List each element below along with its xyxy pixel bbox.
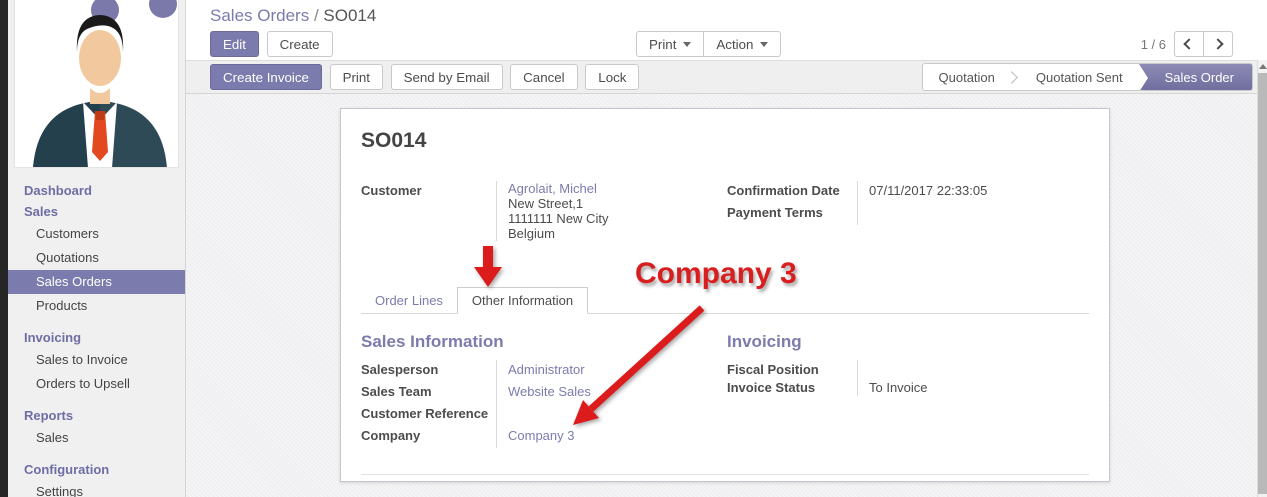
customer-reference-value	[508, 404, 713, 426]
status-quotation[interactable]: Quotation	[923, 64, 1011, 91]
sales-team-label: Sales Team	[361, 382, 496, 404]
vertical-scrollbar[interactable]	[1257, 60, 1267, 497]
pager-previous-button[interactable]	[1174, 31, 1204, 57]
sidebar-item-orders-to-upsell[interactable]: Orders to Upsell	[8, 372, 185, 396]
create-invoice-button[interactable]: Create Invoice	[210, 64, 322, 90]
sidebar-item-configuration[interactable]: Configuration	[8, 459, 185, 480]
sidebar-menu: Dashboard Sales Customers Quotations Sal…	[8, 168, 185, 497]
payment-terms-label: Payment Terms	[727, 203, 857, 225]
sidebar-item-quotations[interactable]: Quotations	[8, 246, 185, 270]
app-edge-strip	[0, 0, 8, 497]
edit-button[interactable]: Edit	[210, 31, 259, 57]
pager-counter: 1 / 6	[1141, 37, 1166, 52]
customer-label: Customer	[361, 181, 496, 203]
caret-down-icon	[760, 42, 768, 47]
sheet-bottom-divider	[361, 474, 1089, 475]
sales-information-section: Sales Information Salesperson Sales Team…	[361, 332, 713, 448]
salesperson-link[interactable]: Administrator	[508, 360, 713, 382]
customer-address-line: New Street,1	[508, 196, 713, 211]
customer-reference-label: Customer Reference	[361, 404, 496, 426]
customer-address-line: 1111111 New City	[508, 211, 713, 226]
salesperson-label: Salesperson	[361, 360, 496, 382]
user-avatar	[14, 0, 179, 168]
print-dropdown-button[interactable]: Print	[636, 31, 704, 57]
sidebar-item-sales[interactable]: Sales	[8, 201, 185, 222]
payment-terms-value	[869, 203, 1089, 225]
scrollbar-thumb[interactable]	[1258, 73, 1267, 494]
businessman-avatar-icon	[15, 0, 179, 168]
control-panel: Sales Orders / SO014 Edit Create Print A…	[186, 0, 1267, 60]
breadcrumb-separator: /	[314, 6, 319, 25]
sidebar-item-reports-sales[interactable]: Sales	[8, 426, 185, 450]
triangle-up-icon	[1259, 64, 1267, 69]
main-content: Sales Orders / SO014 Edit Create Print A…	[186, 0, 1267, 497]
status-sales-order[interactable]: Sales Order	[1139, 64, 1252, 91]
caret-down-icon	[683, 42, 691, 47]
company-label: Company	[361, 426, 496, 448]
invoice-status-value: To Invoice	[869, 378, 1089, 396]
tab-order-lines[interactable]: Order Lines	[361, 288, 457, 313]
confirmation-date-label: Confirmation Date	[727, 181, 857, 203]
fiscal-position-value	[869, 360, 1089, 378]
sidebar-item-sales-orders[interactable]: Sales Orders	[8, 270, 185, 294]
sales-team-link[interactable]: Website Sales	[508, 382, 713, 404]
sidebar-item-customers[interactable]: Customers	[8, 222, 185, 246]
breadcrumb-parent-link[interactable]: Sales Orders	[210, 6, 309, 25]
invoicing-section: Invoicing Fiscal Position Invoice Status…	[727, 332, 1089, 448]
action-dropdown-label: Action	[716, 37, 753, 52]
form-view-area: SO014 Customer Agrolait, Michel New Stre…	[186, 94, 1267, 497]
company-link[interactable]: Company 3	[508, 426, 713, 448]
tab-other-information[interactable]: Other Information	[457, 287, 588, 314]
create-button[interactable]: Create	[267, 31, 333, 57]
notebook-tabs: Order Lines Other Information	[361, 287, 1089, 314]
lock-button[interactable]: Lock	[585, 64, 639, 90]
pager-next-button[interactable]	[1203, 31, 1233, 57]
form-statusbar: Create Invoice Print Send by Email Cance…	[186, 60, 1267, 94]
status-pipeline: Quotation Quotation Sent Sales Order	[922, 63, 1253, 91]
fiscal-position-label: Fiscal Position	[727, 360, 857, 378]
breadcrumb: Sales Orders / SO014	[210, 0, 1267, 26]
sidebar-item-settings[interactable]: Settings	[8, 480, 185, 497]
invoicing-title: Invoicing	[727, 332, 1089, 352]
status-quotation-sent[interactable]: Quotation Sent	[1020, 64, 1139, 91]
action-dropdown-button[interactable]: Action	[703, 31, 781, 57]
cancel-button[interactable]: Cancel	[510, 64, 578, 90]
print-button[interactable]: Print	[330, 64, 383, 90]
send-by-email-button[interactable]: Send by Email	[391, 64, 503, 90]
sidebar-item-reports[interactable]: Reports	[8, 405, 185, 426]
sidebar-item-sales-to-invoice[interactable]: Sales to Invoice	[8, 348, 185, 372]
sales-order-sheet: SO014 Customer Agrolait, Michel New Stre…	[340, 108, 1110, 482]
sidebar-item-dashboard[interactable]: Dashboard	[8, 180, 185, 201]
page-title: SO014	[361, 129, 1089, 153]
breadcrumb-current: SO014	[323, 6, 376, 25]
sidebar-item-invoicing[interactable]: Invoicing	[8, 327, 185, 348]
invoice-status-label: Invoice Status	[727, 378, 857, 396]
chevron-left-icon	[1183, 38, 1194, 49]
customer-address-line: Belgium	[508, 226, 713, 241]
chevron-right-icon	[1212, 38, 1223, 49]
sidebar-item-products[interactable]: Products	[8, 294, 185, 318]
customer-field-block: Customer Agrolait, Michel New Street,1 1…	[361, 181, 713, 241]
dates-field-block: Confirmation Date Payment Terms 07/11/20…	[727, 181, 1089, 241]
print-dropdown-label: Print	[649, 37, 676, 52]
purple-dot-icon	[149, 0, 177, 18]
customer-link[interactable]: Agrolait, Michel	[508, 181, 713, 196]
sidebar: Dashboard Sales Customers Quotations Sal…	[8, 0, 186, 497]
confirmation-date-value: 07/11/2017 22:33:05	[869, 181, 1089, 203]
sales-information-title: Sales Information	[361, 332, 713, 352]
